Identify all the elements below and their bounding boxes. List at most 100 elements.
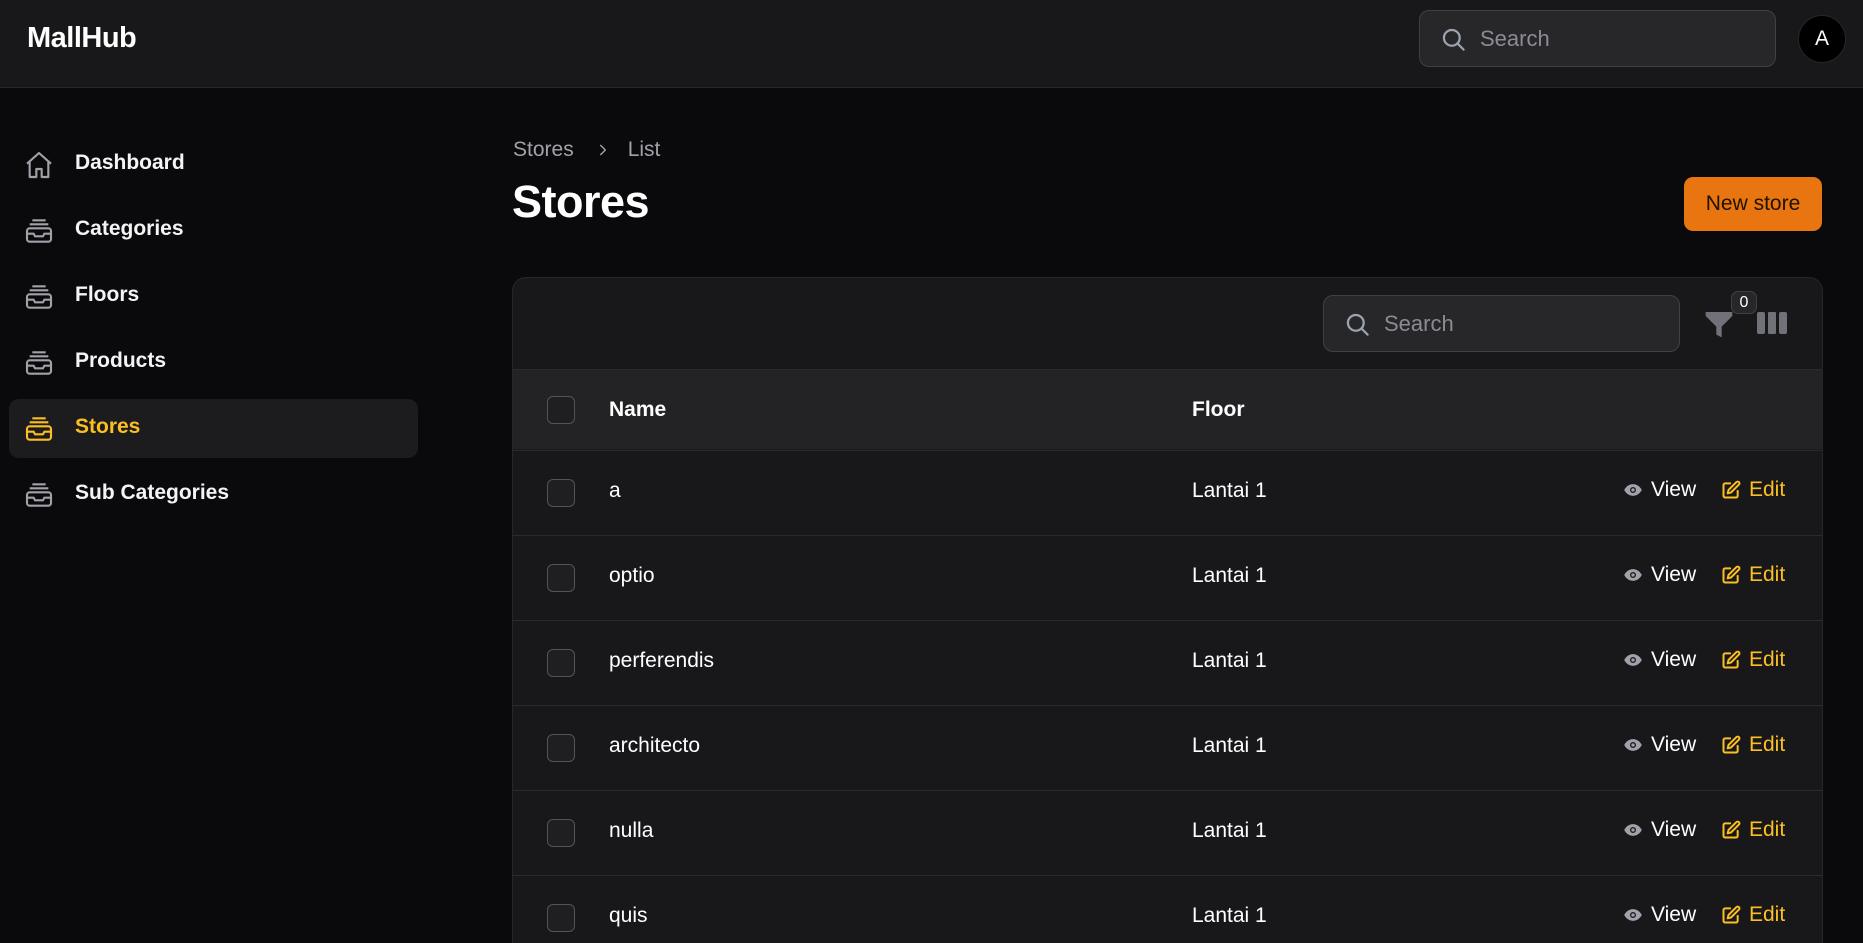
table-header: Name Floor (513, 369, 1822, 449)
store-name-cell: a (609, 479, 621, 502)
breadcrumb-current: List (627, 138, 661, 161)
store-floor-cell: Lantai 1 (1192, 649, 1267, 672)
edit-action[interactable]: Edit (1721, 648, 1785, 672)
store-name-cell: perferendis (609, 649, 715, 672)
edit-action[interactable]: Edit (1721, 563, 1785, 587)
inbox-stack-icon (25, 483, 53, 507)
sidebar-item-stores[interactable]: Stores (9, 399, 418, 458)
inbox-stack-icon (25, 219, 53, 243)
view-action[interactable]: View (1623, 478, 1696, 502)
store-floor-cell: Lantai 1 (1192, 479, 1267, 502)
edit-action-label: Edit (1749, 903, 1786, 926)
table-row[interactable]: quis Lantai 1 View Edit (513, 875, 1822, 943)
pencil-square-icon (1722, 650, 1741, 669)
table-row[interactable]: a Lantai 1 View Edit (513, 450, 1822, 535)
view-action-label: View (1651, 648, 1697, 671)
column-header-name[interactable]: Name (609, 398, 666, 422)
pencil-square-icon (1722, 480, 1741, 499)
edit-action[interactable]: Edit (1721, 903, 1785, 927)
view-action[interactable]: View (1623, 648, 1696, 672)
sidebar-item-dashboard[interactable]: Dashboard (9, 135, 418, 194)
row-checkbox[interactable] (547, 649, 575, 677)
pencil-square-icon (1722, 565, 1741, 584)
sidebar-item-label: Sub Categories (75, 481, 230, 504)
sidebar-item-label: Stores (75, 415, 141, 438)
breadcrumb-parent-link[interactable]: Stores (513, 138, 574, 162)
sidebar-item-label: Floors (75, 283, 140, 306)
table-search-input[interactable] (1384, 308, 1664, 340)
store-name-cell: quis (609, 904, 648, 927)
store-floor-cell: Lantai 1 (1192, 819, 1267, 842)
table-row[interactable]: nulla Lantai 1 View Edit (513, 790, 1822, 875)
view-action-label: View (1651, 733, 1697, 756)
filter-icon[interactable] (1703, 308, 1735, 340)
sidebar-item-label: Categories (75, 217, 184, 240)
sidebar-item-label: Dashboard (75, 151, 185, 174)
breadcrumb: Stores List (513, 136, 660, 164)
eye-icon (1624, 569, 1642, 581)
view-action-label: View (1651, 478, 1697, 501)
store-floor-cell: Lantai 1 (1192, 734, 1267, 757)
sidebar-item-products[interactable]: Products (9, 333, 418, 392)
eye-icon (1624, 739, 1642, 751)
top-bar: MallHub A (0, 0, 1863, 88)
select-all-checkbox[interactable] (547, 396, 575, 424)
eye-icon (1624, 909, 1642, 921)
pencil-square-icon (1722, 735, 1741, 754)
eye-icon (1624, 654, 1642, 666)
row-checkbox[interactable] (547, 904, 575, 932)
view-action-label: View (1651, 563, 1697, 586)
sidebar-item-label: Products (75, 349, 167, 372)
global-search[interactable] (1419, 10, 1776, 67)
edit-action-label: Edit (1749, 648, 1786, 671)
row-checkbox[interactable] (547, 734, 575, 762)
edit-action-label: Edit (1749, 563, 1786, 586)
global-search-input[interactable] (1480, 23, 1760, 55)
pencil-square-icon (1722, 905, 1741, 924)
store-floor-cell: Lantai 1 (1192, 564, 1267, 587)
inbox-stack-icon (25, 351, 53, 375)
filter-count-badge: 0 (1731, 291, 1757, 314)
stores-table-card: 0 Name Floor a Lantai 1 View Edit optio Lanta… (512, 277, 1823, 943)
row-checkbox[interactable] (547, 819, 575, 847)
sidebar: Dashboard Categories Floors Products Sto… (0, 88, 430, 943)
view-action-label: View (1651, 903, 1697, 926)
brand-logo[interactable]: MallHub (27, 22, 137, 55)
view-action[interactable]: View (1623, 818, 1696, 842)
inbox-stack-icon (25, 417, 53, 441)
table-row[interactable]: perferendis Lantai 1 View Edit (513, 620, 1822, 705)
view-action[interactable]: View (1623, 563, 1696, 587)
table-row[interactable]: architecto Lantai 1 View Edit (513, 705, 1822, 790)
edit-action-label: Edit (1749, 818, 1786, 841)
search-icon (1442, 28, 1465, 51)
view-action[interactable]: View (1623, 733, 1696, 757)
row-checkbox[interactable] (547, 564, 575, 592)
edit-action-label: Edit (1749, 733, 1786, 756)
table-search[interactable] (1323, 295, 1680, 352)
column-header-floor[interactable]: Floor (1192, 398, 1245, 422)
home-icon (26, 151, 52, 179)
sidebar-item-sub-categories[interactable]: Sub Categories (9, 465, 418, 524)
page-title: Stores (512, 176, 650, 227)
user-avatar[interactable]: A (1798, 15, 1846, 63)
eye-icon (1624, 484, 1642, 496)
table-row[interactable]: optio Lantai 1 View Edit (513, 535, 1822, 620)
chevron-right-icon (599, 144, 606, 156)
inbox-stack-icon (25, 285, 53, 309)
edit-action[interactable]: Edit (1721, 478, 1785, 502)
edit-action[interactable]: Edit (1721, 733, 1785, 757)
store-name-cell: optio (609, 564, 655, 587)
edit-action-label: Edit (1749, 478, 1786, 501)
sidebar-item-floors[interactable]: Floors (9, 267, 418, 326)
view-action-label: View (1651, 818, 1697, 841)
edit-action[interactable]: Edit (1721, 818, 1785, 842)
row-checkbox[interactable] (547, 479, 575, 507)
store-name-cell: architecto (609, 734, 701, 757)
eye-icon (1624, 824, 1642, 836)
new-store-button[interactable]: New store (1684, 177, 1822, 231)
pencil-square-icon (1722, 820, 1741, 839)
search-icon (1346, 313, 1369, 336)
columns-icon[interactable] (1757, 310, 1787, 336)
sidebar-item-categories[interactable]: Categories (9, 201, 418, 260)
view-action[interactable]: View (1623, 903, 1696, 927)
